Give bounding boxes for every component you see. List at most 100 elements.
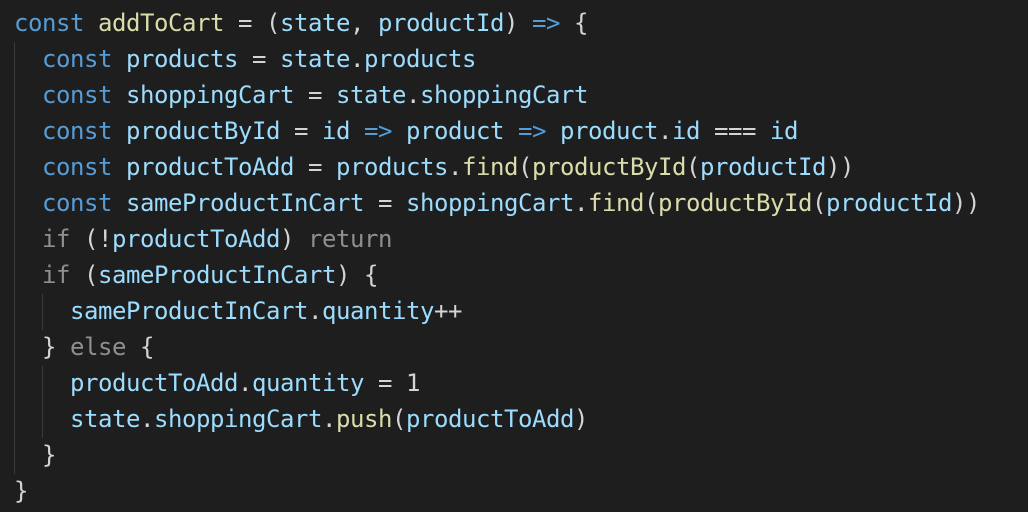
code-token: shoppingCart	[420, 81, 588, 109]
code-token: if	[42, 261, 70, 289]
code-token: ===	[700, 117, 770, 145]
code-token: (	[518, 153, 532, 181]
code-token: shoppingCart	[126, 81, 294, 109]
code-token: sameProductInCart	[126, 189, 364, 217]
code-token: const	[42, 81, 112, 109]
code-token: ,	[350, 9, 378, 37]
code-token: shoppingCart	[154, 405, 322, 433]
code-token: find	[588, 189, 644, 217]
code-token: find	[462, 153, 518, 181]
code-token: return	[308, 225, 392, 253]
code-line[interactable]: if (!productToAdd) return	[14, 221, 392, 257]
code-token: .	[406, 81, 420, 109]
code-token: productById	[658, 189, 812, 217]
code-token: push	[336, 405, 392, 433]
code-token: const	[42, 45, 112, 73]
code-token: =	[364, 369, 406, 397]
code-token: (!	[70, 225, 112, 253]
code-token: {	[560, 9, 588, 37]
code-token: )	[574, 405, 588, 433]
code-token: )	[280, 225, 308, 253]
code-token: productToAdd	[112, 225, 280, 253]
code-token: products	[126, 45, 238, 73]
code-token: =	[364, 189, 406, 217]
code-token: else	[70, 333, 126, 361]
code-token: product	[406, 117, 504, 145]
code-token: =>	[364, 117, 392, 145]
code-line[interactable]: const addToCart = (state, productId) => …	[14, 5, 588, 41]
code-token: productById	[532, 153, 686, 181]
code-token: ))	[826, 153, 854, 181]
code-token: productToAdd	[126, 153, 294, 181]
code-line[interactable]: const sameProductInCart = shoppingCart.f…	[14, 185, 980, 221]
code-token: (	[392, 405, 406, 433]
code-line[interactable]: const shoppingCart = state.shoppingCart	[14, 77, 588, 113]
code-token: shoppingCart	[406, 189, 574, 217]
code-line[interactable]: sameProductInCart.quantity++	[14, 293, 462, 329]
code-token: if	[42, 225, 70, 253]
code-token: id	[322, 117, 350, 145]
code-token: .	[448, 153, 462, 181]
code-line[interactable]: if (sameProductInCart) {	[14, 257, 378, 293]
code-line[interactable]: }	[14, 473, 28, 509]
code-token: const	[42, 153, 112, 181]
code-token: sameProductInCart	[70, 297, 308, 325]
code-token: =>	[518, 117, 546, 145]
code-token: productToAdd	[70, 369, 238, 397]
code-token: .	[308, 297, 322, 325]
code-token: productId	[700, 153, 826, 181]
code-editor[interactable]: const addToCart = (state, productId) => …	[0, 0, 1028, 512]
code-token: }	[42, 333, 70, 361]
code-token: quantity	[252, 369, 364, 397]
code-token: .	[574, 189, 588, 217]
code-line[interactable]: }	[14, 437, 56, 473]
code-line[interactable]: productToAdd.quantity = 1	[14, 365, 420, 401]
code-line[interactable]: const productById = id => product => pro…	[14, 113, 798, 149]
code-token: productId	[826, 189, 952, 217]
code-token: (	[70, 261, 98, 289]
code-line[interactable]: } else {	[14, 329, 154, 365]
code-token: 1	[406, 369, 420, 397]
code-token: ) {	[336, 261, 378, 289]
code-token: productById	[126, 117, 280, 145]
code-line[interactable]: const productToAdd = products.find(produ…	[14, 149, 854, 185]
code-token: .	[238, 369, 252, 397]
code-token: ))	[952, 189, 980, 217]
code-token: )	[504, 9, 532, 37]
code-token: productToAdd	[406, 405, 574, 433]
code-token: =	[294, 153, 336, 181]
code-token: quantity	[322, 297, 434, 325]
code-token: state	[70, 405, 140, 433]
code-token: productId	[378, 9, 504, 37]
code-line[interactable]: state.shoppingCart.push(productToAdd)	[14, 401, 588, 437]
code-token: =	[294, 81, 336, 109]
code-token: (	[812, 189, 826, 217]
code-token: products	[336, 153, 448, 181]
code-token: products	[364, 45, 476, 73]
code-token: addToCart	[98, 9, 224, 37]
code-token: ++	[434, 297, 462, 325]
code-line[interactable]: const products = state.products	[14, 41, 476, 77]
code-token: .	[322, 405, 336, 433]
